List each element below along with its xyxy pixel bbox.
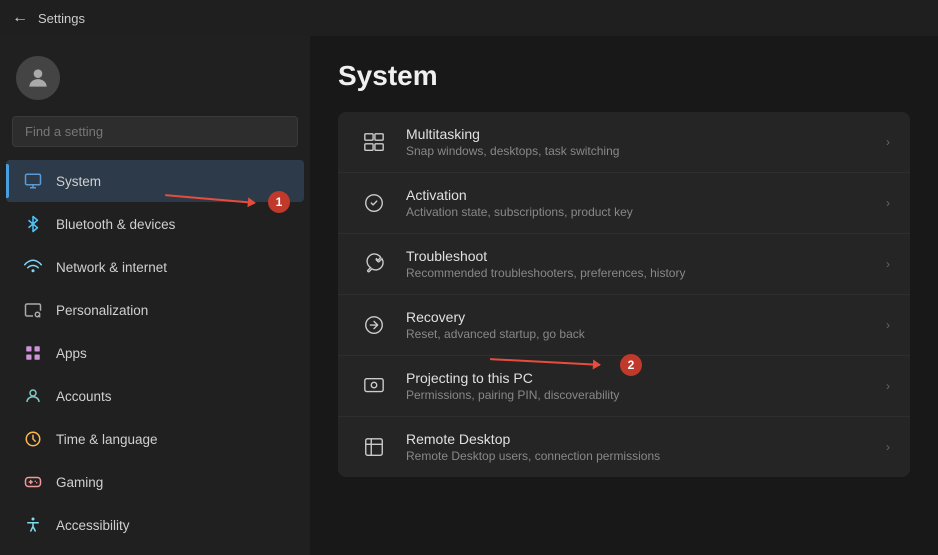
main-layout: 1 2 System Bluetooth & devices Network &…: [0, 36, 938, 555]
sidebar-item-system[interactable]: System: [6, 160, 304, 202]
troubleshoot-icon: [358, 248, 390, 280]
accounts-icon: [22, 385, 44, 407]
sidebar-label-accessibility: Accessibility: [56, 518, 130, 533]
settings-item-desc-multitasking: Snap windows, desktops, task switching: [406, 144, 870, 158]
chevron-icon-multitasking: ›: [886, 135, 890, 149]
sidebar-label-time: Time & language: [56, 432, 158, 447]
sidebar-label-apps: Apps: [56, 346, 87, 361]
sidebar-label-accounts: Accounts: [56, 389, 112, 404]
user-profile[interactable]: [0, 48, 310, 116]
multitasking-icon: [358, 126, 390, 158]
annotation-circle-1: 1: [268, 191, 290, 213]
settings-item-activation[interactable]: Activation Activation state, subscriptio…: [338, 173, 910, 234]
chevron-icon-projecting: ›: [886, 379, 890, 393]
sidebar-nav: System Bluetooth & devices Network & int…: [0, 159, 310, 547]
apps-icon: [22, 342, 44, 364]
settings-item-remote-desktop[interactable]: Remote Desktop Remote Desktop users, con…: [338, 417, 910, 477]
settings-item-text-projecting: Projecting to this PC Permissions, pairi…: [406, 370, 870, 402]
avatar: [16, 56, 60, 100]
sidebar-label-network: Network & internet: [56, 260, 167, 275]
chevron-icon-activation: ›: [886, 196, 890, 210]
sidebar-item-apps[interactable]: Apps: [6, 332, 304, 374]
chevron-icon-remote-desktop: ›: [886, 440, 890, 454]
settings-item-text-remote-desktop: Remote Desktop Remote Desktop users, con…: [406, 431, 870, 463]
settings-item-text-recovery: Recovery Reset, advanced startup, go bac…: [406, 309, 870, 341]
sidebar-item-accounts[interactable]: Accounts: [6, 375, 304, 417]
settings-item-text-troubleshoot: Troubleshoot Recommended troubleshooters…: [406, 248, 870, 280]
settings-item-troubleshoot[interactable]: Troubleshoot Recommended troubleshooters…: [338, 234, 910, 295]
bluetooth-icon: [22, 213, 44, 235]
time-icon: [22, 428, 44, 450]
settings-item-title-remote-desktop: Remote Desktop: [406, 431, 870, 447]
sidebar-label-gaming: Gaming: [56, 475, 103, 490]
title-bar-label: Settings: [38, 11, 85, 26]
sidebar: System Bluetooth & devices Network & int…: [0, 36, 310, 555]
settings-item-title-recovery: Recovery: [406, 309, 870, 325]
activation-icon: [358, 187, 390, 219]
sidebar-item-accessibility[interactable]: Accessibility: [6, 504, 304, 546]
chevron-icon-recovery: ›: [886, 318, 890, 332]
sidebar-label-personalization: Personalization: [56, 303, 148, 318]
gaming-icon: [22, 471, 44, 493]
settings-item-title-activation: Activation: [406, 187, 870, 203]
content-area: System Multitasking Snap windows, deskto…: [310, 36, 938, 555]
network-icon: [22, 256, 44, 278]
settings-item-multitasking[interactable]: Multitasking Snap windows, desktops, tas…: [338, 112, 910, 173]
system-icon: [22, 170, 44, 192]
settings-item-title-troubleshoot: Troubleshoot: [406, 248, 870, 264]
settings-item-text-multitasking: Multitasking Snap windows, desktops, tas…: [406, 126, 870, 158]
personalization-icon: [22, 299, 44, 321]
sidebar-item-network[interactable]: Network & internet: [6, 246, 304, 288]
sidebar-item-bluetooth[interactable]: Bluetooth & devices: [6, 203, 304, 245]
settings-item-desc-activation: Activation state, subscriptions, product…: [406, 205, 870, 219]
settings-item-title-multitasking: Multitasking: [406, 126, 870, 142]
accessibility-icon: [22, 514, 44, 536]
settings-item-text-activation: Activation Activation state, subscriptio…: [406, 187, 870, 219]
sidebar-item-time[interactable]: Time & language: [6, 418, 304, 460]
settings-item-desc-projecting: Permissions, pairing PIN, discoverabilit…: [406, 388, 870, 402]
sidebar-item-personalization[interactable]: Personalization: [6, 289, 304, 331]
settings-item-desc-troubleshoot: Recommended troubleshooters, preferences…: [406, 266, 870, 280]
back-button[interactable]: ←: [12, 9, 28, 27]
title-bar: ← Settings: [0, 0, 938, 36]
page-title: System: [338, 60, 910, 92]
recovery-icon: [358, 309, 390, 341]
settings-item-desc-remote-desktop: Remote Desktop users, connection permiss…: [406, 449, 870, 463]
settings-list: Multitasking Snap windows, desktops, tas…: [338, 112, 910, 477]
sidebar-label-bluetooth: Bluetooth & devices: [56, 217, 175, 232]
settings-item-recovery[interactable]: Recovery Reset, advanced startup, go bac…: [338, 295, 910, 356]
search-box[interactable]: [12, 116, 298, 147]
remote-desktop-icon: [358, 431, 390, 463]
projecting-icon: [358, 370, 390, 402]
sidebar-item-gaming[interactable]: Gaming: [6, 461, 304, 503]
chevron-icon-troubleshoot: ›: [886, 257, 890, 271]
annotation-circle-2: 2: [620, 354, 642, 376]
sidebar-label-system: System: [56, 174, 101, 189]
search-input[interactable]: [12, 116, 298, 147]
settings-item-desc-recovery: Reset, advanced startup, go back: [406, 327, 870, 341]
